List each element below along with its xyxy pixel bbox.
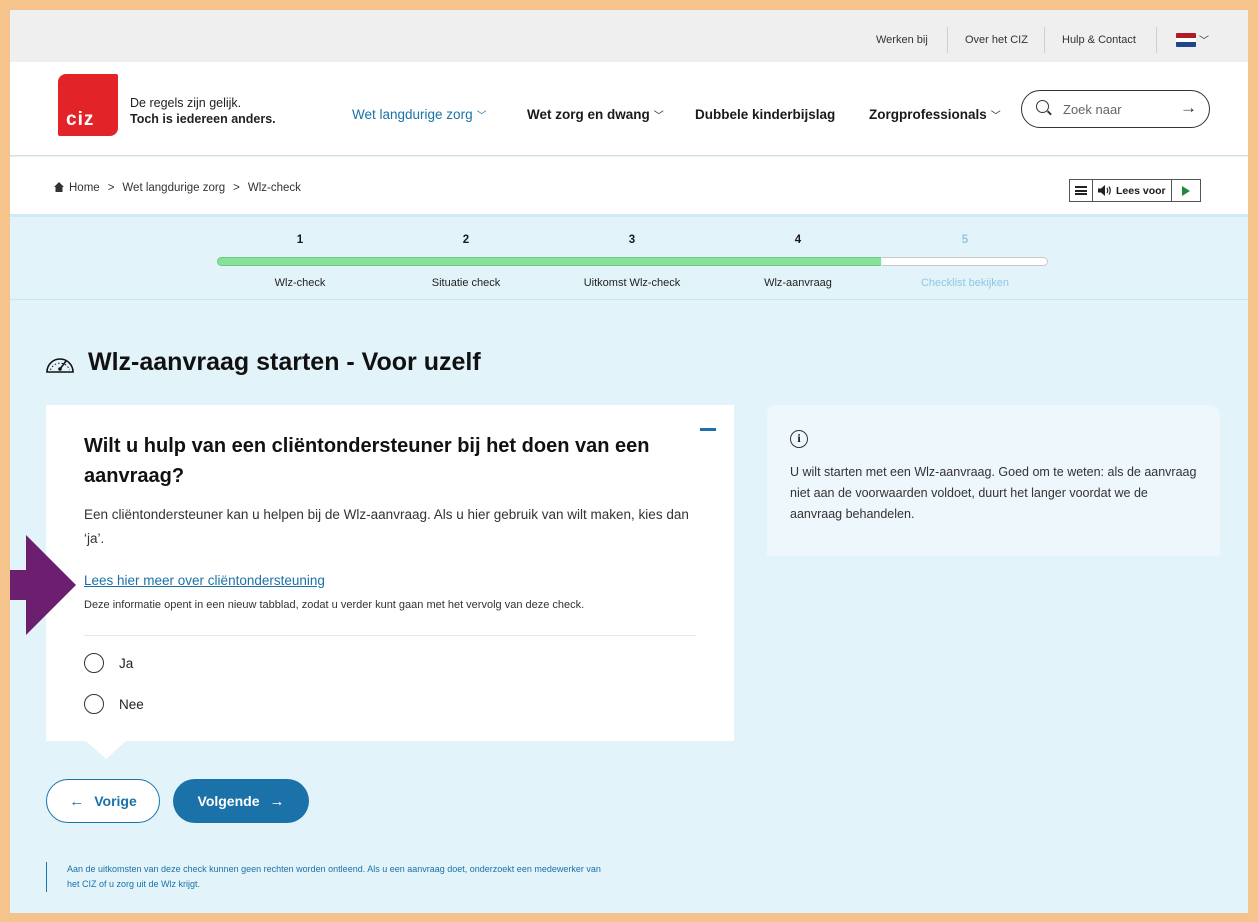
read-aloud-toolbar: Lees voor <box>1069 179 1201 202</box>
search-box[interactable]: Zoek naar → <box>1021 90 1210 128</box>
chevron-down-icon: ﹀ <box>990 111 1001 122</box>
step-progress-bar <box>882 257 1048 266</box>
netherlands-flag-icon[interactable] <box>1176 33 1196 47</box>
question-description: Een cliëntondersteuner kan u helpen bij … <box>84 507 689 546</box>
info-text: U wilt starten met een Wlz-aanvraag. Goe… <box>790 465 1197 521</box>
home-icon <box>54 182 64 192</box>
tagline-line1: De regels zijn gelijk. <box>130 96 242 110</box>
collapse-icon[interactable] <box>700 428 716 431</box>
ciz-logo[interactable]: ciz <box>58 74 118 136</box>
step-label: Situatie check <box>431 277 501 289</box>
step-progress-bar <box>383 257 549 266</box>
radio-option-nee[interactable]: Nee <box>84 694 144 714</box>
radio-circle[interactable] <box>84 694 104 714</box>
page-title-text: Wlz-aanvraag starten - Voor uzelf <box>88 348 481 376</box>
utility-bar: Werken bij Over het CIZ Hulp & Contact ﹀ <box>10 10 1248 62</box>
utility-link-hulp-contact[interactable]: Hulp & Contact <box>1062 34 1136 46</box>
play-icon <box>1181 185 1190 196</box>
arrow-right-icon <box>10 535 76 635</box>
radio-option-ja[interactable]: Ja <box>84 653 133 673</box>
read-aloud-label: Lees voor <box>1116 184 1166 197</box>
breadcrumb-bar: Home > Wet langdurige zorg > Wlz-check Lees … <box>10 157 1248 217</box>
breadcrumb-separator: > <box>233 182 240 194</box>
search-input[interactable]: Zoek naar <box>1063 102 1122 117</box>
search-icon <box>1036 100 1049 113</box>
link-note: Deze informatie opent in een nieuw tabbl… <box>84 599 585 611</box>
utility-separator <box>1044 27 1045 53</box>
chevron-down-icon[interactable]: ﹀ <box>1199 32 1209 47</box>
radio-label: Ja <box>119 655 134 671</box>
info-icon: i <box>790 430 808 448</box>
nav-label: Wet zorg en dwang <box>527 107 650 122</box>
divider <box>84 635 696 636</box>
previous-label: Vorige <box>94 793 137 809</box>
step-number: 2 <box>462 234 470 246</box>
arrow-left-icon: ← <box>69 792 85 810</box>
utility-separator <box>947 27 948 53</box>
next-label: Volgende <box>197 793 260 809</box>
browser-page: Werken bij Over het CIZ Hulp & Contact ﹀… <box>10 10 1248 913</box>
nav-item-zorgprofessionals[interactable]: Zorgprofessionals ﹀ <box>869 107 1001 122</box>
arrow-right-icon[interactable]: → <box>1180 98 1197 118</box>
step-progress-bar <box>549 257 715 266</box>
breadcrumb: Home > Wet langdurige zorg > Wlz-check <box>54 181 301 194</box>
nav-label: Dubbele kinderbijslag <box>695 107 836 122</box>
menu-button[interactable] <box>1070 180 1093 201</box>
logo-text: ciz <box>66 109 95 130</box>
step-label: Wlz-aanvraag <box>764 277 832 289</box>
previous-button[interactable]: ← Vorige <box>46 779 160 823</box>
nav-item-dubbele-kinderbijslag[interactable]: Dubbele kinderbijslag <box>695 107 835 122</box>
progress-stepper: 1 Wlz-check 2 Situatie check 3 Uitkomst … <box>10 220 1248 300</box>
utility-separator <box>1156 27 1157 53</box>
step-number: 5 <box>961 234 969 246</box>
step-number: 3 <box>628 234 636 246</box>
radio-label: Nee <box>119 696 144 712</box>
step-number: 1 <box>296 234 304 246</box>
step-progress-bar <box>217 257 383 266</box>
read-aloud-button[interactable]: Lees voor <box>1093 180 1172 201</box>
utility-link-werken-bij[interactable]: Werken bij <box>876 34 928 46</box>
nav-item-wet-zorg-en-dwang[interactable]: Wet zorg en dwang ﹀ <box>527 107 664 122</box>
next-button[interactable]: Volgende → <box>173 779 309 823</box>
chevron-down-icon: ﹀ <box>653 111 664 122</box>
breadcrumb-separator: > <box>107 182 115 194</box>
play-button[interactable] <box>1172 180 1200 201</box>
more-info-link[interactable]: Lees hier meer over cliëntondersteuning <box>84 573 325 588</box>
speaker-icon <box>1098 185 1111 196</box>
nav-label: Wet langdurige zorg <box>352 107 473 122</box>
arrow-right-icon: → <box>269 792 285 810</box>
step-label: Uitkomst Wlz-check <box>583 277 681 289</box>
disclaimer: Aan de uitkomsten van deze check kunnen … <box>46 862 606 892</box>
radio-circle[interactable] <box>84 653 104 673</box>
nav-label: Zorgprofessionals <box>869 107 987 122</box>
breadcrumb-item-wlz-check: Wlz-check <box>247 182 301 194</box>
step-label: Checklist bekijken <box>920 277 1010 289</box>
question-title: Wilt u hulp van een cliëntondersteuner b… <box>84 435 650 487</box>
page-title: Wlz-aanvraag starten - Voor uzelf <box>44 348 481 377</box>
breadcrumb-item-wet-langdurige-zorg[interactable]: Wet langdurige zorg <box>122 182 225 194</box>
tagline-line2: Toch is iedereen anders. <box>130 112 276 126</box>
chevron-down-icon: ﹀ <box>476 111 487 122</box>
question-card: Wilt u hulp van een cliëntondersteuner b… <box>46 405 734 759</box>
speedometer-icon <box>46 357 74 373</box>
utility-link-over-het-ciz[interactable]: Over het CIZ <box>965 34 1028 46</box>
step-number: 4 <box>794 234 802 246</box>
site-header: ciz De regels zijn gelijk. Toch is ieder… <box>10 62 1248 156</box>
info-panel: i U wilt starten met een Wlz-aanvraag. G… <box>767 405 1220 556</box>
step-label: Wlz-check <box>274 277 326 289</box>
tagline: De regels zijn gelijk. Toch is iedereen … <box>130 95 276 127</box>
breadcrumb-item-home[interactable]: Home <box>69 182 100 194</box>
step-progress-bar <box>715 257 881 266</box>
hamburger-icon <box>1075 186 1087 195</box>
nav-item-wet-langdurige-zorg[interactable]: Wet langdurige zorg ﹀ <box>352 107 487 122</box>
